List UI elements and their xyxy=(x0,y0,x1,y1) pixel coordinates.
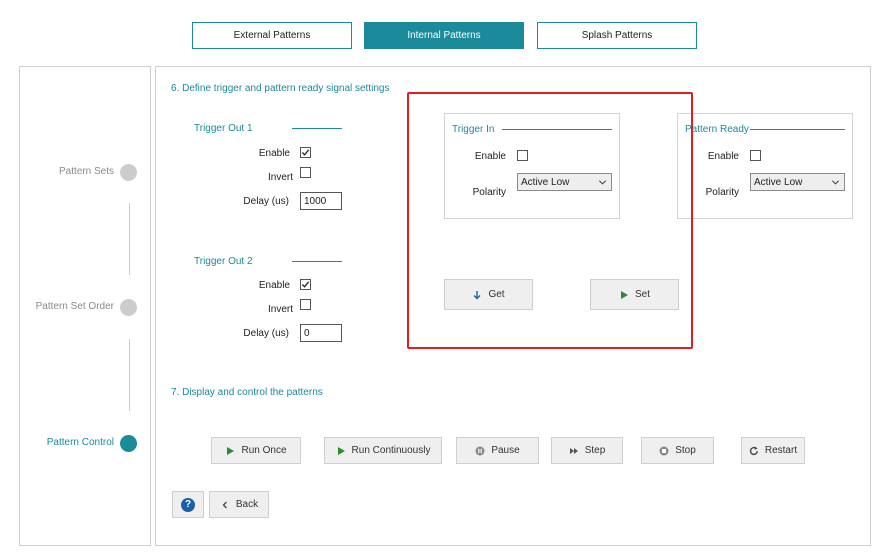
tab-external-patterns[interactable]: External Patterns xyxy=(192,22,352,49)
trigger-out-2-invert-label: Invert xyxy=(267,304,293,315)
step-connector xyxy=(129,203,130,275)
section-7-title: 7. Display and control the patterns xyxy=(171,387,323,398)
trigger-in-title: Trigger In xyxy=(452,124,495,135)
trigger-out-1-delay-input[interactable] xyxy=(300,192,342,210)
arrow-down-icon xyxy=(472,290,482,300)
trigger-out-2-enable-label: Enable xyxy=(258,280,290,291)
step-dot-pattern-set-order[interactable] xyxy=(120,299,137,316)
restart-button[interactable]: Restart xyxy=(741,437,805,464)
group-divider xyxy=(750,129,845,130)
pause-icon xyxy=(475,446,485,456)
step-label-pattern-control[interactable]: Pattern Control xyxy=(47,437,114,448)
pattern-ready-enable-checkbox[interactable] xyxy=(750,150,761,161)
pause-label: Pause xyxy=(491,445,520,456)
trigger-in-polarity-select[interactable]: Active Low xyxy=(517,173,612,191)
help-button[interactable]: ? xyxy=(172,491,204,518)
step-connector xyxy=(129,339,130,411)
step-dot-pattern-sets[interactable] xyxy=(120,164,137,181)
trigger-in-polarity-label: Polarity xyxy=(472,187,506,198)
tab-splash-patterns[interactable]: Splash Patterns xyxy=(537,22,697,49)
group-divider xyxy=(292,128,342,129)
get-button-label: Get xyxy=(488,289,505,300)
play-icon xyxy=(619,290,629,300)
run-once-label: Run Once xyxy=(241,445,287,456)
play-icon xyxy=(225,446,235,456)
chevron-left-icon xyxy=(220,500,230,510)
pattern-ready-enable-label: Enable xyxy=(707,151,739,162)
trigger-out-2-invert-checkbox[interactable] xyxy=(300,299,311,310)
trigger-out-2-enable-checkbox[interactable] xyxy=(300,279,311,290)
group-divider xyxy=(292,261,342,262)
run-once-button[interactable]: Run Once xyxy=(211,437,301,464)
step-dot-pattern-control[interactable] xyxy=(120,435,137,452)
trigger-in-enable-checkbox[interactable] xyxy=(517,150,528,161)
restart-icon xyxy=(749,446,759,456)
step-label-pattern-sets[interactable]: Pattern Sets xyxy=(59,166,114,177)
trigger-out-1-title: Trigger Out 1 xyxy=(194,123,253,134)
trigger-out-2-title: Trigger Out 2 xyxy=(194,256,253,267)
pattern-ready-title: Pattern Ready xyxy=(685,124,749,135)
pause-button[interactable]: Pause xyxy=(456,437,539,464)
restart-label: Restart xyxy=(764,445,798,456)
trigger-out-1-invert-label: Invert xyxy=(267,172,293,183)
trigger-in-polarity-value: Active Low xyxy=(521,176,570,188)
chevron-down-icon xyxy=(831,180,840,185)
set-button-label: Set xyxy=(634,289,650,300)
trigger-out-1-invert-checkbox[interactable] xyxy=(300,167,311,178)
pattern-ready-polarity-select[interactable]: Active Low xyxy=(750,173,845,191)
stop-label: Stop xyxy=(675,445,696,456)
trigger-out-2-delay-input[interactable] xyxy=(300,324,342,342)
trigger-in-enable-label: Enable xyxy=(474,151,506,162)
checkmark-icon xyxy=(301,149,310,156)
back-label: Back xyxy=(235,499,259,510)
pattern-ready-polarity-value: Active Low xyxy=(754,176,803,188)
set-button[interactable]: Set xyxy=(590,279,679,310)
trigger-out-2-delay-label: Delay (us) xyxy=(243,328,289,339)
tab-internal-patterns[interactable]: Internal Patterns xyxy=(364,22,524,49)
checkmark-icon xyxy=(301,281,310,288)
stop-button[interactable]: Stop xyxy=(641,437,714,464)
trigger-out-1-enable-label: Enable xyxy=(258,148,290,159)
pattern-ready-polarity-label: Polarity xyxy=(705,187,739,198)
trigger-out-1-enable-checkbox[interactable] xyxy=(300,147,311,158)
run-continuously-button[interactable]: Run Continuously xyxy=(324,437,442,464)
step-button[interactable]: Step xyxy=(551,437,623,464)
run-continuously-label: Run Continuously xyxy=(351,445,431,456)
back-button[interactable]: Back xyxy=(209,491,269,518)
trigger-out-1-delay-label: Delay (us) xyxy=(243,196,289,207)
question-mark-icon: ? xyxy=(181,497,195,512)
step-label: Step xyxy=(584,445,606,456)
play-icon xyxy=(336,446,346,456)
stop-icon xyxy=(659,446,669,456)
step-label-pattern-set-order[interactable]: Pattern Set Order xyxy=(36,301,114,312)
group-divider xyxy=(502,129,612,130)
step-navigation-panel: Pattern Sets Pattern Set Order Pattern C… xyxy=(19,66,151,546)
section-6-title: 6. Define trigger and pattern ready sign… xyxy=(171,83,390,94)
fast-forward-icon xyxy=(569,446,579,456)
get-button[interactable]: Get xyxy=(444,279,533,310)
chevron-down-icon xyxy=(598,180,607,185)
